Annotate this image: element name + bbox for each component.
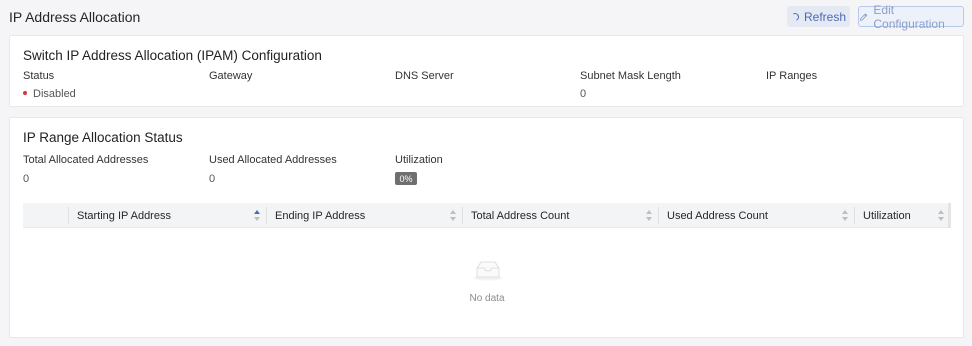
ip-range-status-card: IP Range Allocation Status Total Allocat… [9, 117, 964, 338]
ip-range-table: Starting IP Address Ending IP Address To… [23, 203, 951, 331]
column-starting-ip[interactable]: Starting IP Address [68, 203, 266, 228]
column-utilization-label: Utilization [863, 209, 911, 222]
utilization-label: Utilization [395, 154, 443, 166]
loading-spinner-icon [789, 11, 801, 22]
page-title: IP Address Allocation [9, 9, 141, 25]
ip-ranges-label: IP Ranges [766, 70, 818, 82]
used-allocated-label: Used Allocated Addresses [209, 154, 337, 166]
empty-inbox-icon [474, 261, 502, 281]
edit-configuration-button[interactable]: Edit Configuration [858, 3, 964, 31]
column-total-address-count[interactable]: Total Address Count [462, 203, 658, 228]
table-scrollbar[interactable] [948, 203, 951, 228]
gateway-label: Gateway [209, 70, 253, 82]
utilization-badge: 0% [395, 172, 417, 185]
sort-icon[interactable] [646, 210, 652, 221]
sort-icon[interactable] [938, 210, 944, 221]
column-total-address-count-label: Total Address Count [471, 209, 570, 222]
edit-configuration-label: Edit Configuration [873, 2, 945, 31]
table-header: Starting IP Address Ending IP Address To… [23, 203, 951, 228]
column-ending-ip-label: Ending IP Address [275, 209, 366, 222]
status-dot-icon [23, 91, 27, 96]
ip-range-status-title: IP Range Allocation Status [23, 130, 183, 145]
used-allocated-value: 0 [209, 173, 216, 185]
sort-icon[interactable] [254, 210, 260, 221]
column-used-address-count-label: Used Address Count [667, 209, 768, 222]
total-allocated-label: Total Allocated Addresses [23, 154, 149, 166]
status-text: Disabled [33, 88, 76, 100]
dns-server-label: DNS Server [395, 70, 454, 82]
page-header: IP Address Allocation Refresh Edit Confi… [0, 0, 972, 34]
ipam-config-title: Switch IP Address Allocation (IPAM) Conf… [23, 48, 322, 63]
empty-state-text: No data [469, 293, 505, 304]
column-utilization[interactable]: Utilization [854, 203, 948, 228]
column-used-address-count[interactable]: Used Address Count [658, 203, 854, 228]
status-label: Status [23, 70, 55, 82]
refresh-button-label: Refresh [803, 9, 847, 24]
ipam-config-card: Switch IP Address Allocation (IPAM) Conf… [9, 35, 964, 107]
status-value: Disabled [23, 88, 76, 100]
table-header-expand [23, 203, 68, 228]
subnet-mask-length-label: Subnet Mask Length [580, 70, 681, 82]
column-starting-ip-label: Starting IP Address [77, 209, 171, 222]
pencil-icon [859, 12, 868, 21]
sort-icon[interactable] [450, 210, 456, 221]
refresh-button[interactable]: Refresh [787, 6, 850, 27]
total-allocated-value: 0 [23, 173, 30, 185]
subnet-mask-length-value: 0 [580, 88, 587, 100]
column-ending-ip[interactable]: Ending IP Address [266, 203, 462, 228]
sort-icon[interactable] [842, 210, 848, 221]
